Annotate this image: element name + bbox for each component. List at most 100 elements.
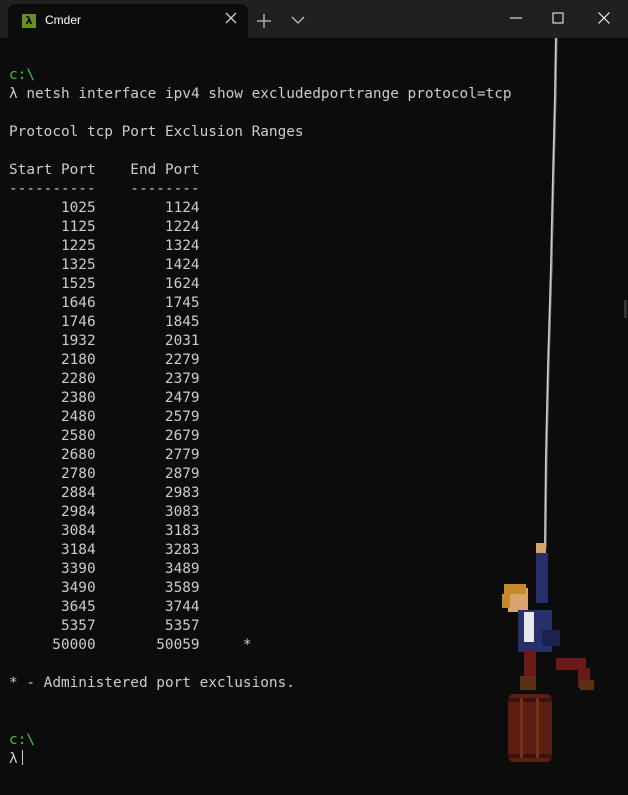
end-port: 2479 (164, 390, 200, 406)
port-range-row: 1525 1624 (9, 275, 512, 294)
end-port: 50059 (156, 637, 200, 653)
start-port: 3184 (60, 542, 96, 558)
port-range-row: 3184 3283 (9, 541, 512, 560)
output-header: Protocol tcp Port Exclusion Ranges (9, 124, 304, 140)
lambda-icon: λ (22, 14, 36, 28)
port-range-row: 2680 2779 (9, 446, 512, 465)
start-port: 3490 (60, 580, 96, 596)
port-range-row: 2380 2479 (9, 389, 512, 408)
text-cursor (21, 750, 23, 765)
port-range-row: 2180 2279 (9, 351, 512, 370)
end-port: 2779 (164, 447, 200, 463)
start-port: 2180 (60, 352, 96, 368)
port-range-row: 3390 3489 (9, 560, 512, 579)
start-port: 5357 (60, 618, 96, 634)
end-port: 3489 (164, 561, 200, 577)
column-headers: Start Port End Port (9, 161, 512, 180)
port-range-row: 1325 1424 (9, 256, 512, 275)
end-port: 3183 (164, 523, 200, 539)
col-end: End Port (130, 162, 200, 178)
end-port: 1124 (164, 200, 200, 216)
start-port: 3084 (60, 523, 96, 539)
port-range-row: 1225 1324 (9, 237, 512, 256)
start-port: 1525 (60, 276, 96, 292)
start-port: 2480 (60, 409, 96, 425)
port-range-row: 1932 2031 (9, 332, 512, 351)
prompt-path: c:\ (9, 67, 35, 83)
start-port: 2680 (60, 447, 96, 463)
end-port: 1324 (164, 238, 200, 254)
port-range-row: 1746 1845 (9, 313, 512, 332)
footnote: * - Administered port exclusions. (9, 675, 295, 691)
plus-icon[interactable] (256, 13, 272, 29)
start-port: 1746 (60, 314, 96, 330)
close-icon[interactable] (224, 11, 238, 25)
end-port: 2879 (164, 466, 200, 482)
administered-mark: * (242, 637, 252, 653)
end-port: 3083 (164, 504, 200, 520)
port-range-row: 1125 1224 (9, 218, 512, 237)
port-range-row: 1025 1124 (9, 199, 512, 218)
close-window-icon[interactable] (597, 11, 611, 25)
minimize-icon[interactable] (509, 11, 523, 25)
start-port: 2984 (60, 504, 96, 520)
start-port: 1025 (60, 200, 96, 216)
start-port: 2380 (60, 390, 96, 406)
end-port: 3744 (164, 599, 200, 615)
start-port: 1932 (60, 333, 96, 349)
port-range-row: 5357 5357 (9, 617, 512, 636)
input-line[interactable]: λ (9, 750, 512, 769)
start-port: 2580 (60, 428, 96, 444)
tab-title: Cmder (45, 13, 82, 27)
end-port: 1624 (164, 276, 200, 292)
end-port: 2579 (164, 409, 200, 425)
start-port: 1325 (60, 257, 96, 273)
port-range-row: 3645 3744 (9, 598, 512, 617)
column-separator: ---------- -------- (9, 180, 512, 199)
port-range-row: 2780 2879 (9, 465, 512, 484)
port-range-row: 2884 2983 (9, 484, 512, 503)
end-port: 1424 (164, 257, 200, 273)
tab-cmder[interactable]: λ Cmder (8, 4, 248, 38)
end-port: 1224 (164, 219, 200, 235)
end-port: 2031 (164, 333, 200, 349)
prompt-symbol: λ (9, 86, 18, 102)
port-range-row: 2984 3083 (9, 503, 512, 522)
end-port: 2279 (164, 352, 200, 368)
port-range-row: 2580 2679 (9, 427, 512, 446)
start-port: 50000 (52, 637, 96, 653)
guybrush-hanging-sprite (502, 38, 594, 762)
end-port: 5357 (164, 618, 200, 634)
terminal-output[interactable]: c:\ λ netsh interface ipv4 show excluded… (9, 66, 512, 769)
end-port: 2379 (164, 371, 200, 387)
port-range-row: 3084 3183 (9, 522, 512, 541)
port-range-row: 2280 2379 (9, 370, 512, 389)
start-port: 1646 (60, 295, 96, 311)
scrollbar[interactable] (624, 300, 627, 318)
port-range-row: 2480 2579 (9, 408, 512, 427)
start-port: 2780 (60, 466, 96, 482)
prompt-symbol-2: λ (9, 751, 18, 767)
end-port: 1745 (164, 295, 200, 311)
chevron-down-icon[interactable] (291, 14, 305, 26)
port-range-rows: 1025 1124 1125 1224 1225 1324 1325 1424 1525… (9, 199, 512, 655)
end-port: 3283 (164, 542, 200, 558)
command-text: netsh interface ipv4 show excludedportra… (26, 86, 512, 102)
start-port: 3390 (60, 561, 96, 577)
start-port: 3645 (60, 599, 96, 615)
port-range-row: 1646 1745 (9, 294, 512, 313)
col-start: Start Port (9, 162, 96, 178)
start-port: 1225 (60, 238, 96, 254)
title-bar: λ Cmder (0, 0, 628, 38)
start-port: 2884 (60, 485, 96, 501)
end-port: 3589 (164, 580, 200, 596)
start-port: 1125 (60, 219, 96, 235)
command-line: λ netsh interface ipv4 show excludedport… (9, 85, 512, 104)
maximize-icon[interactable] (551, 11, 565, 25)
port-range-row: 3490 3589 (9, 579, 512, 598)
prompt-path-2: c:\ (9, 732, 35, 748)
start-port: 2280 (60, 371, 96, 387)
sep-end: -------- (130, 181, 200, 197)
end-port: 1845 (164, 314, 200, 330)
port-range-row: 50000 50059 * (9, 636, 512, 655)
